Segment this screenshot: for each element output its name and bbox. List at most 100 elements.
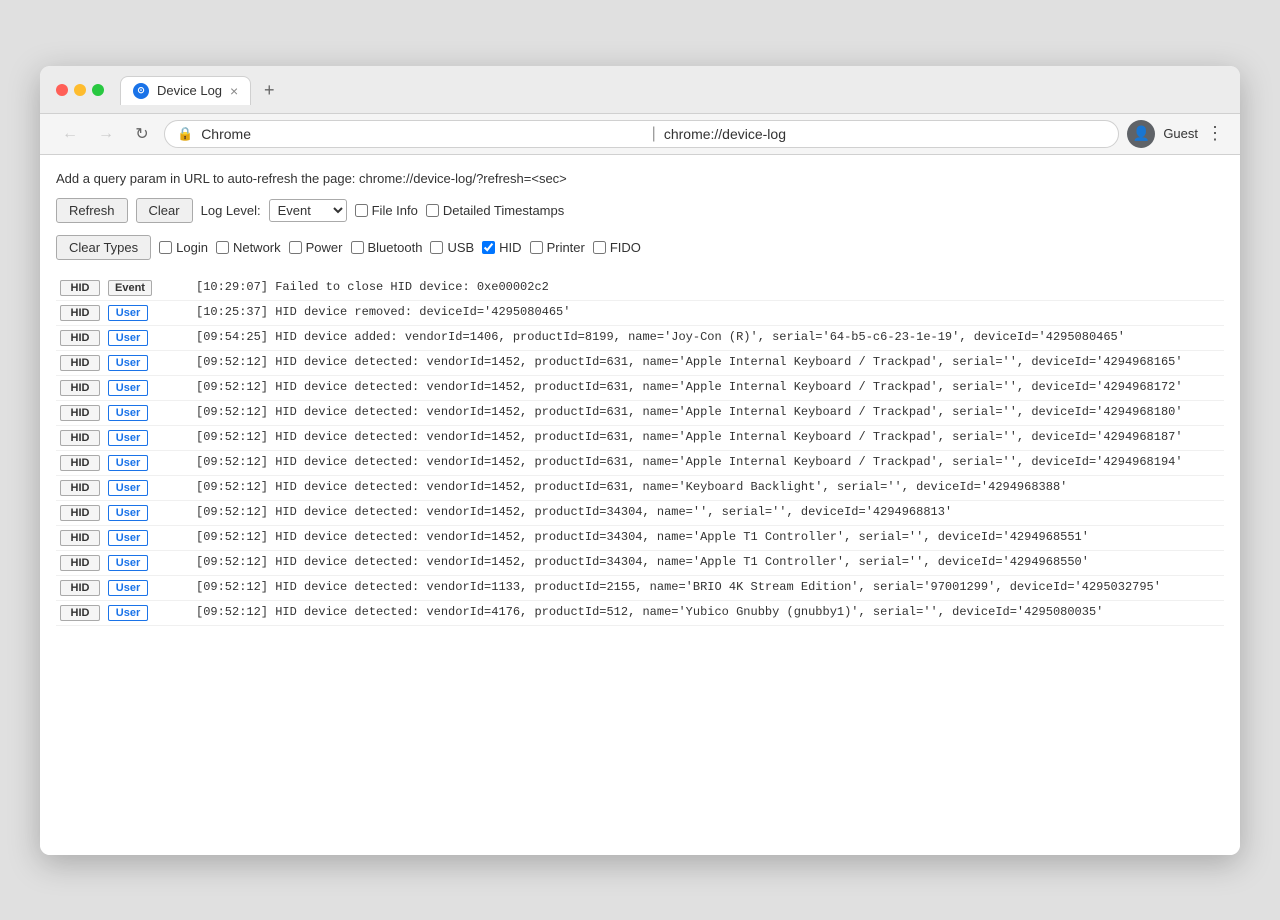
- level-badge[interactable]: User: [108, 530, 148, 546]
- log-row: HIDUser[09:52:12] HID device detected: v…: [56, 376, 1224, 401]
- address-separator: |: [652, 125, 656, 143]
- file-info-checkbox[interactable]: [355, 204, 368, 217]
- info-text: Add a query param in URL to auto-refresh…: [56, 171, 1224, 186]
- log-message: [09:52:12] HID device detected: vendorId…: [196, 353, 1224, 371]
- badge-col: HID User: [56, 403, 196, 423]
- back-icon: ←: [62, 125, 78, 143]
- level-badge[interactable]: User: [108, 330, 148, 346]
- badge-col: HIDUser: [56, 528, 196, 548]
- level-badge[interactable]: User: [108, 580, 148, 596]
- tab-favicon-icon: ⊙: [133, 83, 149, 99]
- badge-col: HIDUser: [56, 353, 196, 373]
- log-row: HIDUser[09:52:12] HID device detected: v…: [56, 601, 1224, 626]
- log-message: [09:54:25] HID device added: vendorId=14…: [196, 328, 1224, 346]
- clear-types-button[interactable]: Clear Types: [56, 235, 151, 260]
- badge-col: HIDUser: [56, 378, 196, 398]
- badge-col: HID User: [56, 503, 196, 523]
- usb-checkbox[interactable]: [430, 241, 443, 254]
- address-bar[interactable]: 🔒 Chrome | chrome://device-log: [164, 120, 1119, 148]
- maximize-button[interactable]: [92, 84, 104, 96]
- bluetooth-checkbox[interactable]: [351, 241, 364, 254]
- login-checkbox-label[interactable]: Login: [159, 240, 208, 255]
- level-badge[interactable]: User: [108, 430, 148, 446]
- level-badge[interactable]: User: [108, 480, 148, 496]
- log-message: [09:52:12] HID device detected: vendorId…: [196, 528, 1224, 546]
- address-url: chrome://device-log: [664, 126, 1106, 142]
- title-bar-top: ⊙ Device Log × +: [56, 76, 1224, 105]
- nav-bar: ← → ↻ 🔒 Chrome | chrome://device-log 👤 G…: [40, 114, 1240, 155]
- type-badge: HID: [60, 455, 100, 471]
- level-badge[interactable]: User: [108, 380, 148, 396]
- log-row: HIDUser[09:52:12] HID device detected: v…: [56, 451, 1224, 476]
- fido-checkbox-label[interactable]: FIDO: [593, 240, 641, 255]
- type-badge: HID: [60, 405, 100, 421]
- level-badge[interactable]: User: [108, 405, 148, 421]
- refresh-icon: ↻: [135, 124, 148, 144]
- level-badge[interactable]: User: [108, 505, 148, 521]
- toolbar: Refresh Clear Log Level: Event Debug Inf…: [56, 198, 1224, 223]
- new-tab-button[interactable]: +: [255, 77, 283, 105]
- level-badge[interactable]: User: [108, 555, 148, 571]
- printer-checkbox-label[interactable]: Printer: [530, 240, 585, 255]
- log-row: HID User [09:54:25] HID device added: vend…: [56, 326, 1224, 351]
- log-message: [10:29:07] Failed to close HID device: 0…: [196, 278, 1224, 296]
- type-badge: HID: [60, 330, 100, 346]
- level-badge[interactable]: User: [108, 605, 148, 621]
- refresh-page-button[interactable]: Refresh: [56, 198, 128, 223]
- level-badge[interactable]: User: [108, 355, 148, 371]
- power-checkbox[interactable]: [289, 241, 302, 254]
- file-info-label[interactable]: File Info: [355, 203, 418, 218]
- forward-icon: →: [98, 125, 114, 143]
- address-chrome: Chrome: [201, 126, 643, 142]
- detailed-timestamps-checkbox[interactable]: [426, 204, 439, 217]
- log-row: HID User [09:52:12] HID device detected: v…: [56, 426, 1224, 451]
- type-badge: HID: [60, 280, 100, 296]
- log-row: HIDUser[09:52:12] HID device detected: v…: [56, 576, 1224, 601]
- hid-checkbox[interactable]: [482, 241, 495, 254]
- power-checkbox-label[interactable]: Power: [289, 240, 343, 255]
- badge-col: HID User: [56, 303, 196, 323]
- network-checkbox-label[interactable]: Network: [216, 240, 281, 255]
- browser-window: ⊙ Device Log × + ← → ↻ 🔒 Chrome | chrome…: [40, 66, 1240, 855]
- minimize-button[interactable]: [74, 84, 86, 96]
- page-content: Add a query param in URL to auto-refresh…: [40, 155, 1240, 855]
- fido-checkbox[interactable]: [593, 241, 606, 254]
- hid-checkbox-label[interactable]: HID: [482, 240, 521, 255]
- log-row: HIDUser[09:52:12] HID device detected: v…: [56, 476, 1224, 501]
- user-avatar-icon: 👤: [1127, 120, 1155, 148]
- forward-button[interactable]: →: [92, 120, 120, 148]
- refresh-button[interactable]: ↻: [128, 120, 156, 148]
- tab-device-log[interactable]: ⊙ Device Log ×: [120, 76, 251, 105]
- log-level-label: Log Level:: [201, 203, 261, 218]
- user-area: 👤 Guest ⋮: [1127, 120, 1224, 148]
- network-checkbox[interactable]: [216, 241, 229, 254]
- login-checkbox[interactable]: [159, 241, 172, 254]
- log-message: [09:52:12] HID device detected: vendorId…: [196, 403, 1224, 421]
- log-row: HIDUser[09:52:12] HID device detected: v…: [56, 501, 1224, 526]
- type-badge: HID: [60, 480, 100, 496]
- type-badge: HID: [60, 430, 100, 446]
- log-row: HID User [09:52:12] HID device detected: v…: [56, 401, 1224, 426]
- back-button[interactable]: ←: [56, 120, 84, 148]
- level-badge[interactable]: User: [108, 455, 148, 471]
- tab-close-icon[interactable]: ×: [230, 83, 238, 99]
- log-container: HIDEvent[10:29:07] Failed to close HID d…: [56, 276, 1224, 626]
- close-button[interactable]: [56, 84, 68, 96]
- clear-button[interactable]: Clear: [136, 198, 193, 223]
- log-row: HIDEvent[10:29:07] Failed to close HID d…: [56, 276, 1224, 301]
- usb-checkbox-label[interactable]: USB: [430, 240, 474, 255]
- log-message: [09:52:12] HID device detected: vendorId…: [196, 578, 1224, 596]
- type-badge: HID: [60, 505, 100, 521]
- title-bar: ⊙ Device Log × +: [40, 66, 1240, 114]
- detailed-timestamps-label[interactable]: Detailed Timestamps: [426, 203, 564, 218]
- printer-checkbox[interactable]: [530, 241, 543, 254]
- log-message: [09:52:12] HID device detected: vendorId…: [196, 428, 1224, 446]
- badge-col: HID User: [56, 328, 196, 348]
- log-row: HIDUser[09:52:12] HID device detected: v…: [56, 351, 1224, 376]
- menu-icon[interactable]: ⋮: [1206, 123, 1224, 144]
- log-level-select[interactable]: Event Debug Info Warning Error: [269, 199, 347, 222]
- log-message: [09:52:12] HID device detected: vendorId…: [196, 603, 1224, 621]
- bluetooth-checkbox-label[interactable]: Bluetooth: [351, 240, 423, 255]
- level-badge[interactable]: User: [108, 305, 148, 321]
- type-badge: HID: [60, 305, 100, 321]
